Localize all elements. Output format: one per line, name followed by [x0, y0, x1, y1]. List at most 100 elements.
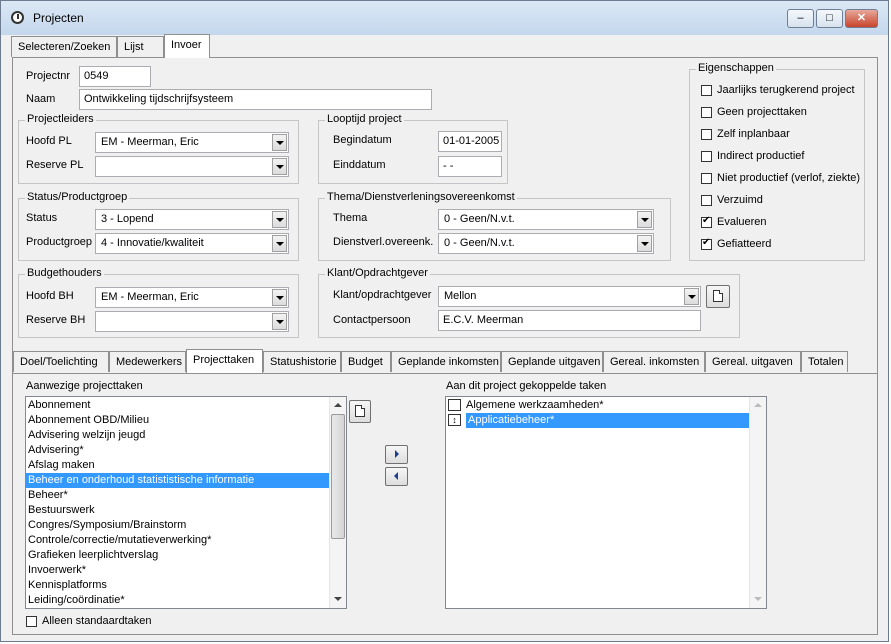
add-taak-button[interactable]: [385, 445, 408, 464]
chevron-down-icon[interactable]: [637, 235, 652, 252]
list-item[interactable]: Grafieken leerplichtverslag: [26, 548, 329, 563]
list-item-selected[interactable]: Beheer en onderhoud statististische info…: [26, 473, 329, 488]
chevron-down-icon[interactable]: [637, 211, 652, 228]
list-item[interactable]: Afslag maken: [26, 458, 329, 473]
reserve-bh-select[interactable]: [95, 311, 289, 332]
contactpersoon-label: Contactpersoon: [333, 314, 411, 326]
scroll-down-icon[interactable]: [331, 592, 345, 607]
projectnr-field[interactable]: 0549: [79, 66, 151, 87]
clock-icon: [11, 11, 24, 24]
chevron-down-icon[interactable]: [272, 134, 287, 151]
row-updown-icon: ↕: [448, 414, 461, 427]
list-item-selected[interactable]: ↕ Applicatiebeheer*: [446, 413, 751, 428]
begindatum-field[interactable]: 01-01-2005: [438, 131, 502, 152]
tab-invoer[interactable]: Invoer: [164, 34, 210, 58]
klant-select[interactable]: Mellon: [438, 286, 701, 307]
tab-geplande-inkomsten[interactable]: Geplande inkomsten: [391, 351, 501, 372]
list-item[interactable]: Kennisplatforms: [26, 578, 329, 593]
list-item[interactable]: Abonnement OBD/Milieu: [26, 413, 329, 428]
klant-title: Klant/Opdrachtgever: [325, 267, 430, 279]
dvo-label: Dienstverl.overeenk.: [333, 236, 434, 248]
looptijd-group: Looptijd project Begindatum 01-01-2005 E…: [318, 113, 508, 184]
maximize-button[interactable]: □: [816, 9, 843, 28]
scroll-down-icon[interactable]: [751, 592, 765, 607]
naam-label: Naam: [26, 93, 56, 105]
tab-projecttaken[interactable]: Projecttaken: [186, 349, 263, 373]
checkbox-box-checked[interactable]: [701, 215, 712, 228]
list-item[interactable]: Advisering*: [26, 443, 329, 458]
productgroep-select[interactable]: 4 - Innovatie/kwaliteit: [95, 233, 289, 254]
tab-geplande-uitgaven[interactable]: Geplande uitgaven: [501, 351, 603, 372]
checkbox-box[interactable]: [701, 85, 712, 96]
chevron-down-icon[interactable]: [272, 235, 287, 252]
klant-label: Klant/opdrachtgever: [333, 289, 432, 301]
hoofd-bh-label: Hoofd BH: [26, 290, 74, 302]
invoer-panel: Projectnr 0549 Naam Ontwikkeling tijdsch…: [12, 57, 878, 635]
gekoppelde-taken-label: Aan dit project gekoppelde taken: [446, 380, 607, 392]
checkbox-box-checked[interactable]: [701, 237, 712, 250]
naam-field[interactable]: Ontwikkeling tijdschrijfsysteem: [79, 89, 432, 110]
new-klant-button[interactable]: [706, 285, 730, 308]
einddatum-field[interactable]: - -: [438, 156, 502, 177]
status-label: Status: [26, 212, 58, 224]
thema-title: Thema/Dienstverleningsovereenkomst: [325, 191, 517, 203]
title-bar[interactable]: Projecten – □ ✕: [1, 1, 888, 35]
checkbox-box[interactable]: [701, 151, 712, 162]
begindatum-label: Begindatum: [333, 134, 392, 146]
new-document-icon: [713, 290, 723, 302]
tab-budget[interactable]: Budget: [341, 351, 391, 372]
close-button[interactable]: ✕: [845, 9, 878, 28]
hoofd-pl-select[interactable]: EM - Meerman, Eric: [95, 132, 289, 153]
checkbox-box[interactable]: [26, 616, 37, 627]
hoofd-bh-select[interactable]: EM - Meerman, Eric: [95, 287, 289, 308]
thema-label: Thema: [333, 212, 368, 224]
scroll-up-icon[interactable]: [331, 398, 345, 413]
tab-medewerkers[interactable]: Medewerkers: [109, 351, 186, 372]
chevron-down-icon[interactable]: [684, 288, 699, 305]
minimize-button[interactable]: –: [787, 9, 814, 28]
tab-gereal-inkomsten[interactable]: Gereal. inkomsten: [603, 351, 705, 372]
list-item[interactable]: Beheer*: [26, 488, 329, 503]
checkbox-box[interactable]: [701, 195, 712, 206]
eigenschappen-title: Eigenschappen: [696, 62, 776, 74]
chevron-down-icon[interactable]: [272, 211, 287, 228]
thema-select[interactable]: 0 - Geen/N.v.t.: [438, 209, 654, 230]
tab-statushistorie[interactable]: Statushistorie: [263, 351, 341, 372]
checkbox-box[interactable]: [701, 107, 712, 118]
row-indicator-icon: [448, 399, 461, 412]
thema-group: Thema/Dienstverleningsovereenkomst Thema…: [318, 191, 671, 261]
status-select[interactable]: 3 - Lopend: [95, 209, 289, 230]
chevron-down-icon[interactable]: [272, 289, 287, 306]
tab-doel-toelichting[interactable]: Doel/Toelichting: [13, 351, 109, 372]
chevron-down-icon[interactable]: [272, 313, 287, 330]
dvo-select[interactable]: 0 - Geen/N.v.t.: [438, 233, 654, 254]
checkbox-box[interactable]: [701, 173, 712, 184]
vertical-scrollbar[interactable]: [749, 397, 766, 608]
gekoppelde-taken-items: Algemene werkzaamheden* ↕ Applicatiebehee…: [446, 398, 751, 428]
projectleiders-group: Projectleiders Hoofd PL EM - Meerman, Er…: [18, 113, 299, 184]
new-taak-button[interactable]: [349, 400, 371, 423]
vertical-scrollbar[interactable]: [329, 397, 346, 608]
gekoppelde-taken-list[interactable]: Algemene werkzaamheden* ↕ Applicatiebehee…: [445, 396, 767, 609]
tab-gereal-uitgaven[interactable]: Gereal. uitgaven: [705, 351, 801, 372]
projecten-window: Projecten – □ ✕ Selecteren/Zoeken Lijst …: [0, 0, 889, 642]
remove-taak-button[interactable]: [385, 467, 408, 486]
list-item[interactable]: Leiding/coördinatie*: [26, 593, 329, 608]
tab-selecteren-zoeken[interactable]: Selecteren/Zoeken: [11, 36, 117, 57]
scroll-thumb[interactable]: [331, 414, 345, 539]
list-item[interactable]: Abonnement: [26, 398, 329, 413]
tab-totalen[interactable]: Totalen: [801, 351, 848, 372]
list-item[interactable]: Invoerwerk*: [26, 563, 329, 578]
scroll-up-icon[interactable]: [751, 398, 765, 413]
tab-lijst[interactable]: Lijst: [117, 36, 164, 57]
list-item[interactable]: Advisering welzijn jeugd: [26, 428, 329, 443]
list-item[interactable]: Bestuurswerk: [26, 503, 329, 518]
list-item[interactable]: Controle/correctie/mutatieverwerking*: [26, 533, 329, 548]
chevron-down-icon[interactable]: [272, 158, 287, 175]
aanwezige-taken-list[interactable]: Abonnement Abonnement OBD/Milieu Adviser…: [25, 396, 347, 609]
contactpersoon-field[interactable]: E.C.V. Meerman: [438, 310, 701, 331]
checkbox-box[interactable]: [701, 129, 712, 140]
reserve-pl-select[interactable]: [95, 156, 289, 177]
list-item[interactable]: Algemene werkzaamheden*: [446, 398, 749, 413]
list-item[interactable]: Congres/Symposium/Brainstorm: [26, 518, 329, 533]
